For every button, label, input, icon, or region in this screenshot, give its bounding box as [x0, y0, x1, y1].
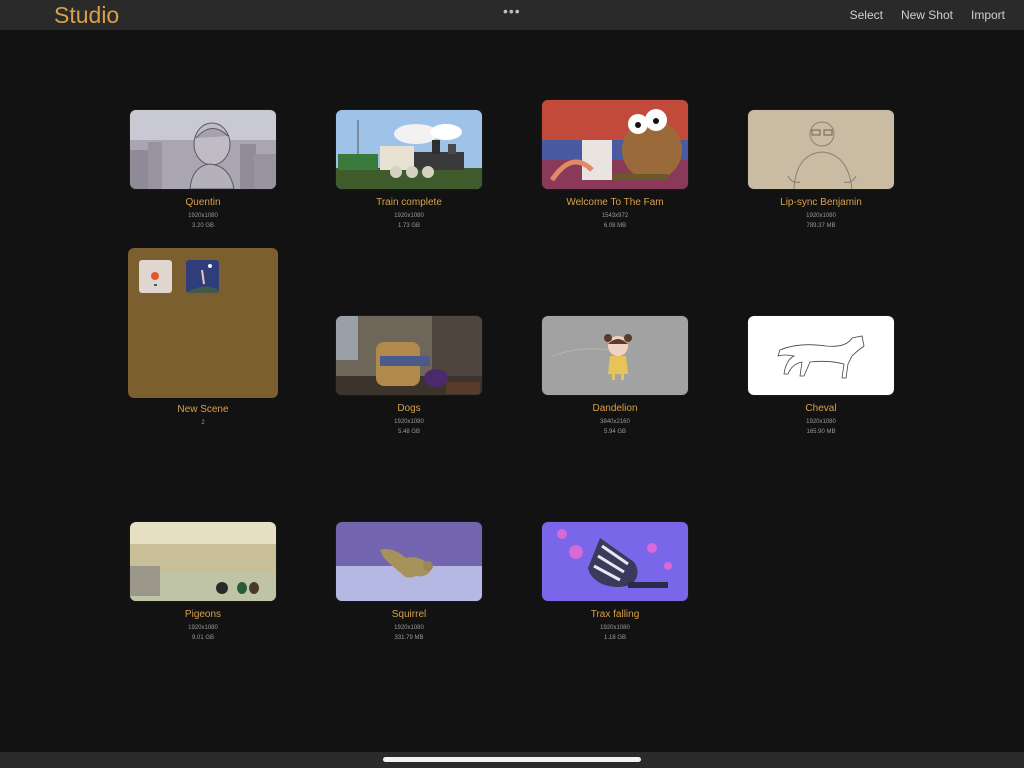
shot-size: 5.94 GB [603, 429, 626, 435]
shot-name: Quentin [185, 197, 221, 208]
mini-thumbnail [139, 260, 172, 293]
nav-actions: Select New Shot Import [850, 8, 1005, 22]
shot-tile[interactable]: Lip-sync Benjamin 1920x1080 789.37 MB [748, 110, 894, 230]
shot-name: Train complete [376, 197, 442, 208]
shot-resolution: 1543x972 [601, 213, 629, 219]
shot-name: Welcome To The Fam [566, 197, 664, 208]
home-indicator[interactable] [383, 757, 641, 762]
thumbnail [748, 110, 894, 189]
shot-size: 165.90 MB [806, 429, 836, 435]
bottom-bar [0, 752, 1024, 768]
folder-thumbnail [128, 248, 278, 398]
shot-tile[interactable]: Trax falling 1920x1080 1.18 GB [542, 522, 688, 642]
shot-resolution: 1920x1080 [600, 625, 630, 631]
shot-resolution: 1920x1080 [188, 625, 218, 631]
thumbnail [542, 316, 688, 395]
shot-name: Lip-sync Benjamin [780, 197, 862, 208]
shot-tile[interactable]: Train complete 1920x1080 1.73 GB [336, 110, 482, 230]
shot-tile[interactable]: Squirrel 1920x1080 331.79 MB [336, 522, 482, 642]
more-icon[interactable]: ••• [503, 3, 521, 19]
shot-size: 1.73 GB [397, 223, 420, 229]
shot-tile[interactable]: Pigeons 1920x1080 9.01 GB [130, 522, 276, 642]
thumbnail [542, 100, 688, 189]
shot-resolution: 1920x1080 [806, 419, 836, 425]
thumbnail [130, 522, 276, 601]
shot-tile[interactable]: Quentin 1920x1080 3.20 GB [130, 110, 276, 230]
shot-name: Dogs [397, 403, 421, 414]
new-shot-button[interactable]: New Shot [901, 8, 953, 22]
thumbnail [336, 316, 482, 395]
thumbnail [336, 522, 482, 601]
shot-tile[interactable]: Dogs 1920x1080 5.48 GB [336, 316, 482, 436]
shot-size: 1.18 GB [603, 635, 626, 641]
shot-size: 6.08 MB [603, 223, 627, 229]
shot-grid: Quentin 1920x1080 3.20 GB Train complete… [0, 30, 1024, 752]
shot-size: 3.20 GB [191, 223, 214, 229]
shot-name: Pigeons [184, 609, 222, 620]
shot-name: Cheval [805, 403, 837, 414]
thumbnail [542, 522, 688, 601]
shot-name: Squirrel [391, 609, 427, 620]
app-title: Studio [54, 2, 120, 28]
import-button[interactable]: Import [971, 8, 1005, 22]
thumbnail [130, 110, 276, 189]
shot-resolution: 3840x2160 [600, 419, 630, 425]
thumbnail [336, 110, 482, 189]
top-bar: Studio ••• Select New Shot Import [0, 0, 1024, 30]
shot-tile[interactable]: Welcome To The Fam 1543x972 6.08 MB [542, 100, 688, 230]
shot-name: Dandelion [592, 403, 638, 414]
shot-resolution: 1920x1080 [394, 625, 424, 631]
scene-folder-tile[interactable]: New Scene 2 [128, 248, 278, 428]
shot-size: 9.01 GB [191, 635, 214, 641]
thumbnail [748, 316, 894, 395]
shot-name: Trax falling [590, 609, 640, 620]
scene-item-count: 2 [201, 420, 205, 426]
shot-resolution: 1920x1080 [806, 213, 836, 219]
shot-resolution: 1920x1080 [394, 213, 424, 219]
shot-tile[interactable]: Dandelion 3840x2160 5.94 GB [542, 316, 688, 436]
shot-size: 5.48 GB [397, 429, 420, 435]
mini-thumbnail [186, 260, 219, 293]
shot-tile[interactable]: Cheval 1920x1080 165.90 MB [748, 316, 894, 436]
shot-size: 331.79 MB [394, 635, 424, 641]
shot-resolution: 1920x1080 [394, 419, 424, 425]
shot-size: 789.37 MB [806, 223, 836, 229]
shot-resolution: 1920x1080 [188, 213, 218, 219]
select-button[interactable]: Select [850, 8, 883, 22]
scene-name: New Scene [177, 404, 229, 415]
